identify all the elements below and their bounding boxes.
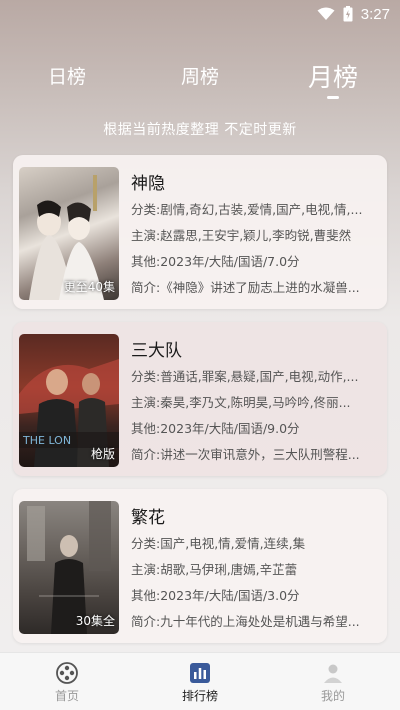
cast-row: 主演:秦昊,李乃文,陈明昊,马吟吟,佟丽...	[131, 392, 381, 411]
tab-monthly-label: 月榜	[307, 63, 358, 92]
battery-icon	[343, 6, 353, 22]
poster-image: 30集全	[19, 501, 119, 634]
cast-value: 秦昊,李乃文,陈明昊,马吟吟,佟丽...	[160, 395, 351, 410]
wifi-icon	[317, 7, 335, 20]
status-time: 3:27	[360, 5, 390, 23]
category-key: 分类:	[131, 202, 161, 217]
card-title: 三大队	[131, 341, 182, 361]
other-row: 其他:2023年/大陆/国语/3.0分	[131, 585, 381, 604]
cast-row: 主演:胡歌,马伊琍,唐嫣,辛芷蕾	[131, 559, 381, 578]
category-row: 分类:剧情,奇幻,古装,爱情,国产,电视,情,...	[131, 199, 381, 218]
other-value: 2023年/大陆/国语/9.0分	[160, 421, 300, 436]
intro-key: 简介:	[131, 614, 161, 629]
card-title: 神隐	[131, 174, 165, 194]
intro-value: 讲述一次审讯意外，三大队刑警程...	[160, 447, 360, 462]
poster-image: THE LON 枪版	[19, 334, 119, 467]
other-row: 其他:2023年/大陆/国语/7.0分	[131, 251, 381, 270]
intro-row: 简介:九十年代的上海处处是机遇与希望...	[131, 611, 381, 630]
intro-value: 九十年代的上海处处是机遇与希望...	[160, 614, 360, 629]
intro-key: 简介:	[131, 280, 161, 295]
nav-home-label: 首页	[54, 689, 79, 703]
nav-ranking[interactable]: 排行榜	[160, 661, 240, 704]
poster-image: 更至40集	[19, 167, 119, 300]
other-value: 2023年/大陆/国语/3.0分	[160, 588, 300, 603]
tab-weekly[interactable]: 周榜	[160, 62, 240, 89]
status-bar: 3:27	[0, 0, 400, 28]
nav-ranking-label: 排行榜	[181, 689, 218, 703]
intro-key: 简介:	[131, 447, 161, 462]
category-value: 剧情,奇幻,古装,爱情,国产,电视,情,...	[160, 202, 363, 217]
bottom-nav: 首页 排行榜 我的	[0, 652, 400, 710]
nav-home[interactable]: 首页	[27, 661, 107, 704]
other-key: 其他:	[131, 588, 161, 603]
intro-row: 简介:《神隐》讲述了励志上进的水凝兽...	[131, 277, 381, 296]
chart-icon	[190, 663, 210, 683]
ranking-card-1[interactable]: 更至40集 神隐 分类:剧情,奇幻,古装,爱情,国产,电视,情,... 主演:赵…	[13, 155, 387, 309]
category-key: 分类:	[131, 536, 161, 551]
nav-profile-label: 我的	[320, 689, 345, 703]
svg-text:THE LON: THE LON	[22, 434, 71, 447]
user-icon	[324, 664, 342, 683]
film-reel-icon	[56, 662, 78, 684]
ranking-card-3[interactable]: 30集全 繁花 分类:国产,电视,情,爱情,连续,集 主演:胡歌,马伊琍,唐嫣,…	[13, 489, 387, 643]
category-row: 分类:普通话,罪案,悬疑,国产,电视,动作,...	[131, 366, 381, 385]
intro-value: 《神隐》讲述了励志上进的水凝兽...	[160, 280, 360, 295]
cast-value: 胡歌,马伊琍,唐嫣,辛芷蕾	[160, 562, 298, 577]
episode-badge: 30集全	[75, 614, 115, 628]
other-key: 其他:	[131, 421, 161, 436]
cast-key: 主演:	[131, 562, 161, 577]
other-row: 其他:2023年/大陆/国语/9.0分	[131, 418, 381, 437]
intro-row: 简介:讲述一次审讯意外，三大队刑警程...	[131, 444, 381, 463]
episode-badge: 更至40集	[63, 280, 115, 294]
category-row: 分类:国产,电视,情,爱情,连续,集	[131, 533, 381, 552]
cast-key: 主演:	[131, 395, 161, 410]
category-value: 普通话,罪案,悬疑,国产,电视,动作,...	[160, 369, 359, 384]
cast-key: 主演:	[131, 228, 161, 243]
active-tab-indicator	[327, 96, 339, 99]
tab-monthly[interactable]: 月榜	[293, 58, 373, 99]
category-key: 分类:	[131, 369, 161, 384]
ranking-subtitle: 根据当前热度整理 不定时更新	[103, 122, 297, 138]
card-title: 繁花	[131, 508, 165, 528]
tab-daily[interactable]: 日榜	[27, 62, 107, 89]
other-key: 其他:	[131, 254, 161, 269]
ranking-card-2[interactable]: THE LON 枪版 三大队 分类:普通话,罪案,悬疑,国产,电视,动作,...…	[13, 322, 387, 476]
cast-value: 赵露思,王安宇,颖儿,李昀锐,曹斐然	[160, 228, 352, 243]
cast-row: 主演:赵露思,王安宇,颖儿,李昀锐,曹斐然	[131, 225, 381, 244]
ranking-tabs: 日榜 周榜 月榜	[0, 62, 400, 102]
category-value: 国产,电视,情,爱情,连续,集	[160, 536, 306, 551]
nav-profile[interactable]: 我的	[293, 661, 373, 704]
episode-badge: 枪版	[90, 447, 115, 461]
other-value: 2023年/大陆/国语/7.0分	[160, 254, 300, 269]
